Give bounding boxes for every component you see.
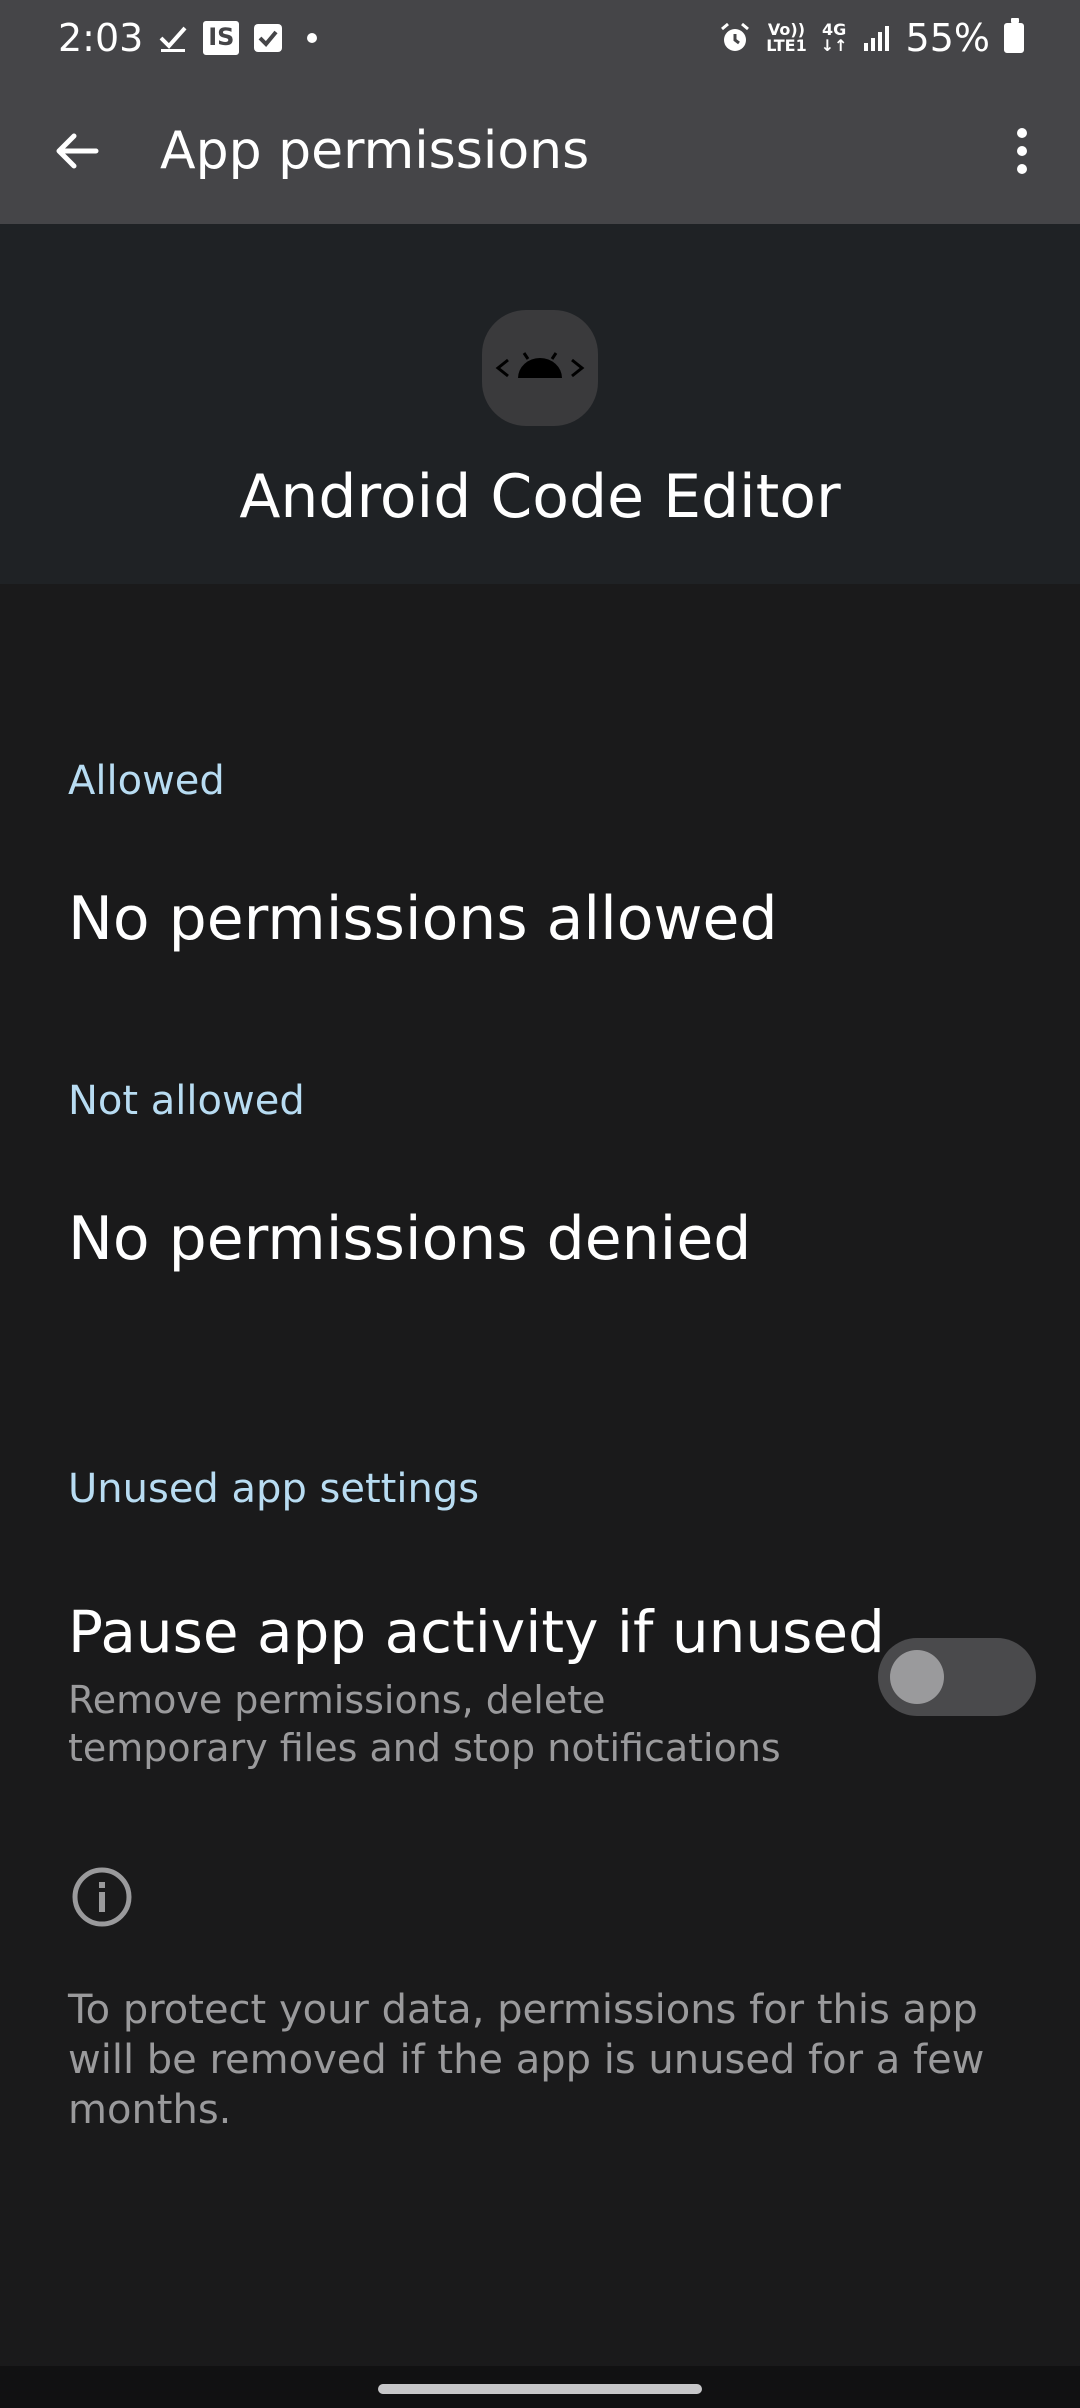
pause-app-activity-switch[interactable]	[878, 1638, 1036, 1716]
checkbox-icon	[253, 23, 283, 53]
navigation-bar	[0, 2366, 1080, 2408]
more-vert-icon	[1017, 128, 1027, 174]
status-right: Vo)) LTE1 4G ↓↑ 55%	[718, 16, 1024, 60]
status-left: 2:03 IS	[58, 16, 318, 60]
network-type-indicator: 4G ↓↑	[820, 20, 848, 55]
unused-app-settings-header: Unused app settings	[68, 1466, 480, 1512]
allowed-section-header: Allowed	[68, 758, 225, 804]
arrow-left-icon	[56, 133, 99, 169]
app-name: Android Code Editor	[239, 462, 841, 532]
more-options-button[interactable]	[992, 116, 1052, 186]
volte-indicator: Vo)) LTE1	[766, 20, 807, 55]
battery-percent: 55%	[905, 16, 990, 60]
signal-icon	[862, 23, 892, 53]
android-code-icon	[482, 310, 598, 426]
check-icon	[157, 22, 189, 54]
pause-app-activity-row[interactable]: Pause app activity if unused Remove perm…	[0, 1580, 1080, 1780]
status-bar: 2:03 IS Vo)) LTE1 4G ↓↑ 55%	[0, 0, 1080, 76]
pause-app-activity-subtitle: Remove permissions, delete temporary fil…	[68, 1678, 781, 1770]
app-bar: App permissions	[0, 76, 1080, 224]
data-arrows-icon: ↓↑	[820, 36, 848, 55]
pause-app-activity-title: Pause app activity if unused	[68, 1598, 885, 1666]
allowed-permissions-empty: No permissions allowed	[68, 884, 778, 954]
not-allowed-section-header: Not allowed	[68, 1078, 305, 1124]
battery-icon	[1004, 18, 1024, 53]
alarm-icon	[718, 21, 752, 55]
status-time: 2:03	[58, 16, 144, 60]
info-description: To protect your data, permissions for th…	[68, 1987, 985, 2133]
app-header: Android Code Editor	[0, 224, 1080, 584]
back-button[interactable]	[42, 116, 112, 186]
page-title: App permissions	[160, 121, 590, 181]
is-notification-icon: IS	[203, 21, 240, 55]
info-icon	[72, 1867, 132, 1927]
switch-knob	[890, 1650, 944, 1704]
home-gesture-handle[interactable]	[378, 2384, 702, 2394]
more-notifications-dot-icon	[307, 33, 318, 43]
denied-permissions-empty: No permissions denied	[68, 1204, 752, 1274]
